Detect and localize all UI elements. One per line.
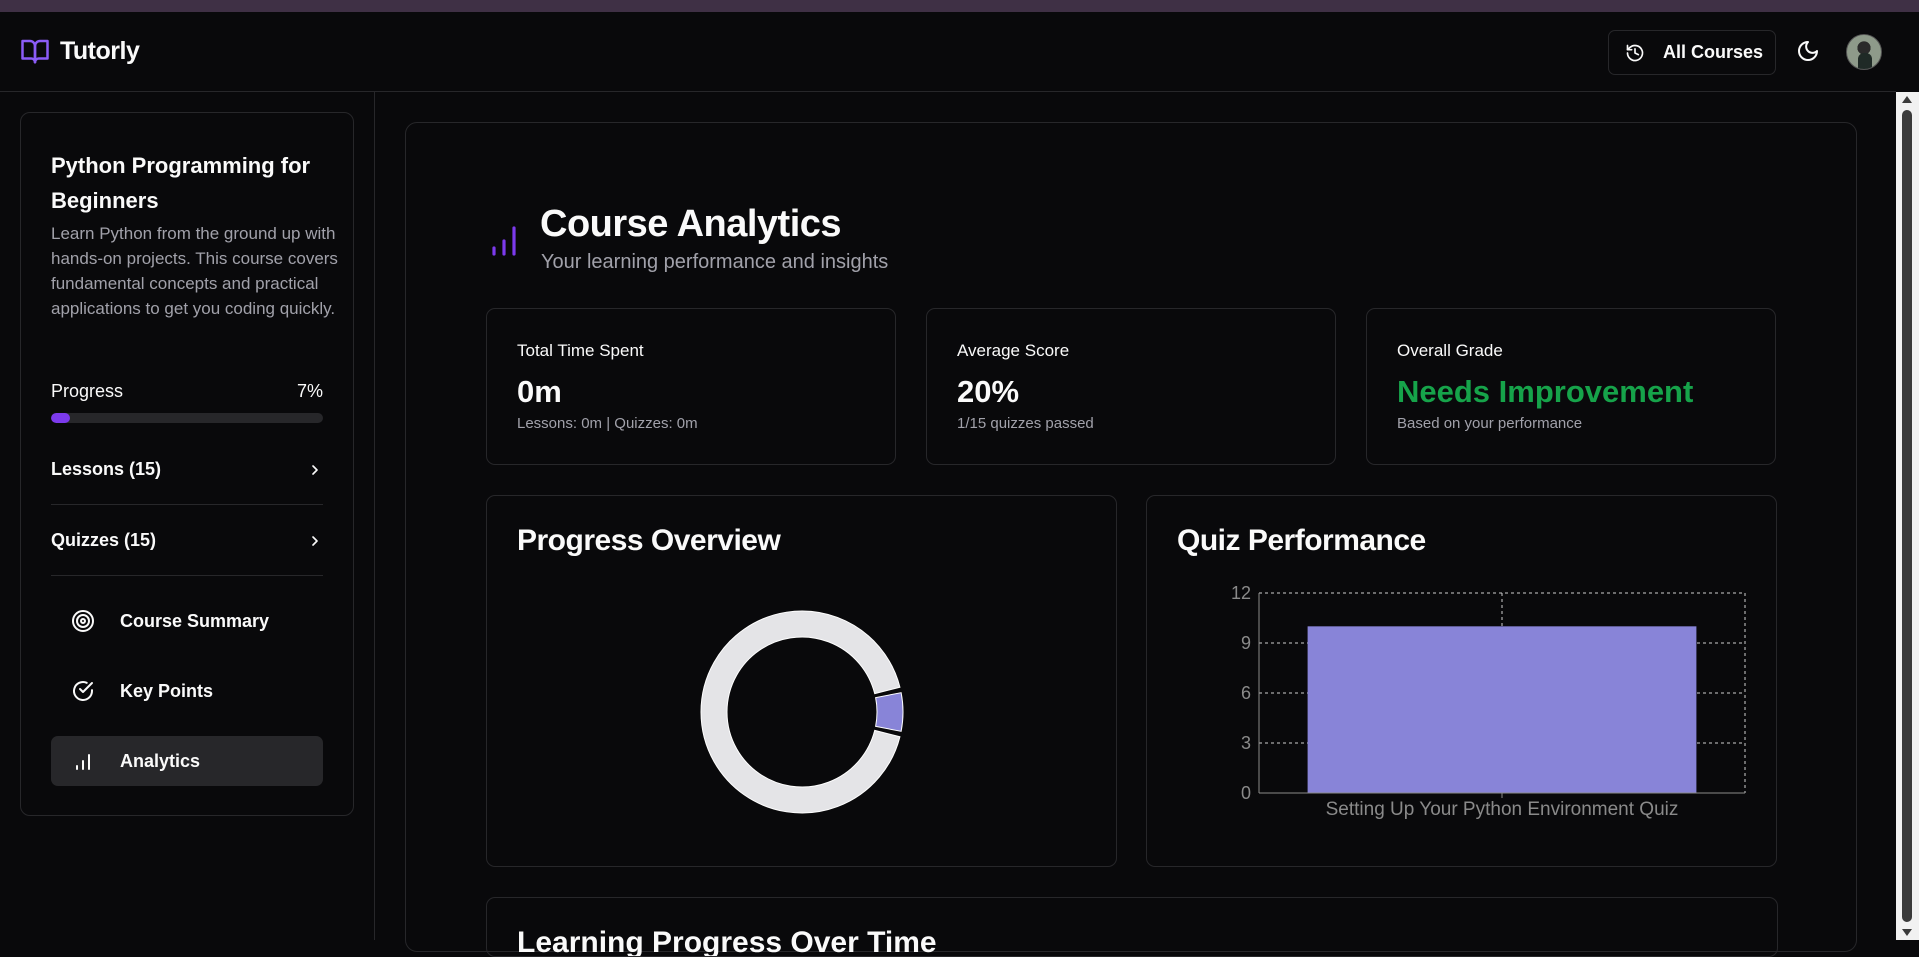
nav-course-summary[interactable]: Course Summary bbox=[51, 596, 323, 646]
learning-progress-panel: Learning Progress Over Time bbox=[486, 897, 1778, 957]
scroll-down-arrow[interactable] bbox=[1902, 929, 1912, 936]
stat-note: Lessons: 0m | Quizzes: 0m bbox=[517, 415, 698, 432]
quizzes-label: Quizzes (15) bbox=[51, 530, 157, 550]
book-open-icon bbox=[21, 39, 49, 64]
progress-donut-chart bbox=[700, 610, 904, 814]
stat-note: 1/15 quizzes passed bbox=[957, 415, 1094, 432]
page-subtitle: Your learning performance and insights bbox=[541, 251, 889, 273]
nav-label: Analytics bbox=[120, 750, 201, 771]
stat-label: Total Time Spent bbox=[517, 341, 644, 360]
y-tick-label: 12 bbox=[1231, 583, 1251, 603]
progress-value: 7% bbox=[296, 381, 323, 401]
nav-label: Key Points bbox=[120, 680, 214, 701]
scrollbar[interactable] bbox=[1896, 92, 1919, 940]
progress-bar-fill bbox=[51, 413, 71, 423]
app-name: Tutorly bbox=[60, 36, 140, 65]
all-courses-button[interactable]: All Courses bbox=[1608, 30, 1776, 75]
y-tick-label: 6 bbox=[1241, 683, 1251, 703]
quizzes-accordion[interactable]: Quizzes (15) bbox=[51, 506, 323, 576]
nav-key-points[interactable]: Key Points bbox=[51, 666, 323, 716]
stat-note: Based on your performance bbox=[1397, 415, 1583, 432]
donut-slice bbox=[875, 692, 904, 732]
app-header: Tutorly All Courses bbox=[0, 12, 1896, 92]
stat-value: 20% bbox=[957, 374, 1020, 409]
scroll-up-arrow[interactable] bbox=[1902, 96, 1912, 103]
avatar[interactable] bbox=[1846, 34, 1882, 70]
course-title: Python Programming for Beginners bbox=[51, 153, 311, 213]
y-tick-label: 0 bbox=[1241, 783, 1251, 803]
brand[interactable]: Tutorly bbox=[20, 36, 140, 66]
window-top-strip bbox=[0, 0, 1919, 12]
stat-value: Needs Improvement bbox=[1397, 374, 1694, 409]
quiz-bar-chart: 0 3 6 9 12 Setting Up Your Python Environment… bbox=[1231, 583, 1746, 820]
stat-label: Overall Grade bbox=[1397, 341, 1503, 360]
theme-toggle-button[interactable] bbox=[1796, 39, 1824, 67]
check-circle-icon bbox=[73, 681, 93, 701]
y-tick-label: 9 bbox=[1241, 633, 1251, 653]
chevron-right-icon bbox=[312, 535, 318, 546]
chevron-right-icon bbox=[312, 464, 318, 475]
bar-chart-icon bbox=[492, 226, 516, 256]
bar-chart-icon bbox=[76, 754, 90, 770]
progress-overview-panel: Progress Overview bbox=[486, 495, 1117, 867]
progress-bar bbox=[51, 413, 323, 423]
course-sidebar: Python Programming for Beginners Learn P… bbox=[20, 112, 354, 816]
sidebar-divider bbox=[374, 92, 375, 940]
all-courses-label: All Courses bbox=[1663, 42, 1764, 62]
panel-title: Learning Progress Over Time bbox=[517, 926, 937, 957]
progress-label: Progress bbox=[51, 381, 124, 401]
stat-card-grade: Overall Grade Needs Improvement Based on… bbox=[1366, 308, 1776, 465]
target-icon bbox=[72, 610, 94, 632]
stat-label: Average Score bbox=[957, 341, 1070, 360]
nav-analytics[interactable]: Analytics bbox=[51, 736, 323, 786]
bar[interactable] bbox=[1307, 626, 1697, 793]
donut-slice bbox=[700, 610, 901, 814]
page-title: Course Analytics bbox=[540, 203, 842, 245]
y-tick-label: 3 bbox=[1241, 733, 1251, 753]
stat-value: 0m bbox=[517, 374, 562, 409]
quiz-performance-panel: Quiz Performance 0 3 6 9 12 Setting Up Your P… bbox=[1146, 495, 1777, 867]
stat-card-score: Average Score 20% 1/15 quizzes passed bbox=[926, 308, 1336, 465]
scrollbar-thumb[interactable] bbox=[1902, 110, 1912, 922]
history-icon bbox=[1626, 44, 1644, 61]
lessons-accordion[interactable]: Lessons (15) bbox=[51, 435, 323, 505]
lessons-label: Lessons (15) bbox=[51, 459, 162, 479]
nav-label: Course Summary bbox=[120, 610, 270, 631]
moon-icon bbox=[1798, 41, 1818, 61]
stat-card-time: Total Time Spent 0m Lessons: 0m | Quizze… bbox=[486, 308, 896, 465]
x-tick-label: Setting Up Your Python Environment Quiz bbox=[1326, 799, 1679, 820]
course-description: Learn Python from the ground up with han… bbox=[51, 224, 338, 318]
